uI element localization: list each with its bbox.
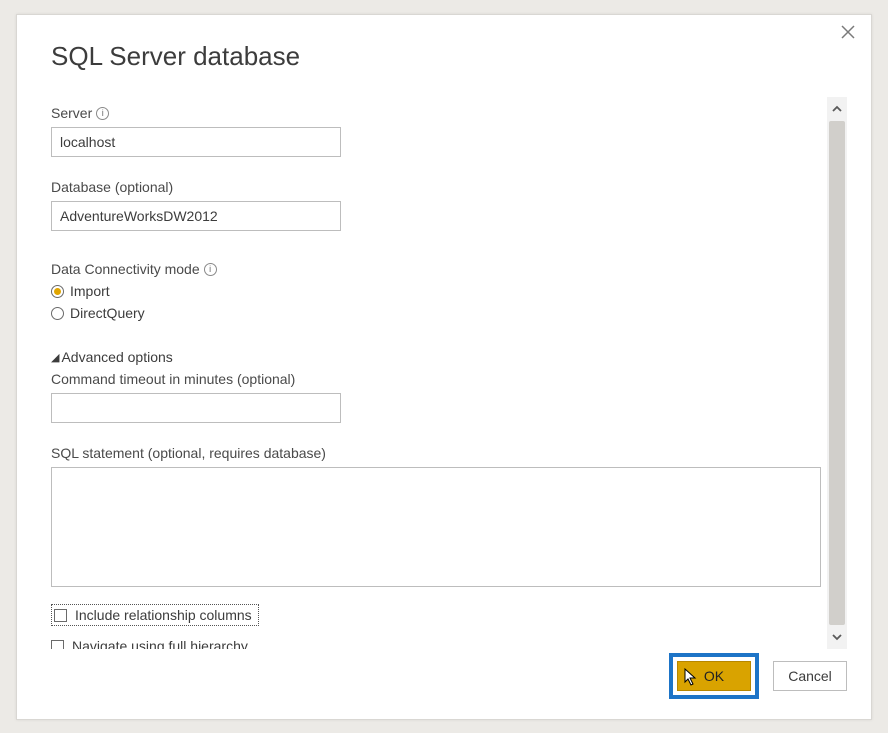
dialog-title: SQL Server database xyxy=(51,41,871,72)
radio-directquery-label: DirectQuery xyxy=(70,305,145,321)
scrollbar[interactable] xyxy=(827,97,847,649)
server-label: Server i xyxy=(51,105,821,121)
chevron-down-icon xyxy=(831,631,843,643)
checkbox-hierarchy-row[interactable]: Navigate using full hierarchy xyxy=(51,638,821,649)
info-icon[interactable]: i xyxy=(204,263,217,276)
checkbox-hierarchy-label: Navigate using full hierarchy xyxy=(72,638,248,649)
radio-import[interactable]: Import xyxy=(51,283,821,299)
sql-statement-input[interactable] xyxy=(51,467,821,587)
form-column: Server i Database (optional) Data Connec… xyxy=(51,97,827,649)
cancel-button[interactable]: Cancel xyxy=(773,661,847,691)
dialog-sql-server-database: SQL Server database Server i Database (o… xyxy=(16,14,872,720)
ok-button-label: OK xyxy=(704,668,724,684)
cursor-icon xyxy=(684,668,698,686)
connectivity-label: Data Connectivity mode i xyxy=(51,261,821,277)
chevron-up-icon xyxy=(831,103,843,115)
checkbox-relationship-label: Include relationship columns xyxy=(75,607,252,623)
radio-import-control[interactable] xyxy=(51,285,64,298)
ok-highlight: OK xyxy=(669,653,759,699)
database-label: Database (optional) xyxy=(51,179,821,195)
close-button[interactable] xyxy=(837,21,859,43)
ok-button[interactable]: OK xyxy=(677,661,751,691)
database-label-text: Database (optional) xyxy=(51,179,173,195)
advanced-options-expander[interactable]: ◢ Advanced options xyxy=(51,349,821,365)
button-row: OK Cancel xyxy=(669,653,847,699)
server-input[interactable] xyxy=(51,127,341,157)
sql-statement-label: SQL statement (optional, requires databa… xyxy=(51,445,821,461)
checkbox-relationship-row[interactable]: Include relationship columns xyxy=(51,604,821,626)
scroll-down-button[interactable] xyxy=(827,625,847,649)
scroll-track[interactable] xyxy=(829,121,845,625)
content-area: Server i Database (optional) Data Connec… xyxy=(51,97,853,649)
advanced-options-label: Advanced options xyxy=(61,349,172,365)
sql-statement-label-text: SQL statement (optional, requires databa… xyxy=(51,445,326,461)
checkbox-hierarchy[interactable] xyxy=(51,640,64,650)
connectivity-label-text: Data Connectivity mode xyxy=(51,261,200,277)
timeout-input[interactable] xyxy=(51,393,341,423)
scroll-up-button[interactable] xyxy=(827,97,847,121)
radio-directquery[interactable]: DirectQuery xyxy=(51,305,821,321)
timeout-label: Command timeout in minutes (optional) xyxy=(51,371,821,387)
triangle-down-icon: ◢ xyxy=(51,351,59,364)
cancel-button-label: Cancel xyxy=(788,668,832,684)
radio-directquery-control[interactable] xyxy=(51,307,64,320)
server-label-text: Server xyxy=(51,105,92,121)
database-input[interactable] xyxy=(51,201,341,231)
checkbox-relationship[interactable] xyxy=(54,609,67,622)
close-icon xyxy=(841,25,855,39)
timeout-label-text: Command timeout in minutes (optional) xyxy=(51,371,295,387)
info-icon[interactable]: i xyxy=(96,107,109,120)
radio-import-label: Import xyxy=(70,283,110,299)
